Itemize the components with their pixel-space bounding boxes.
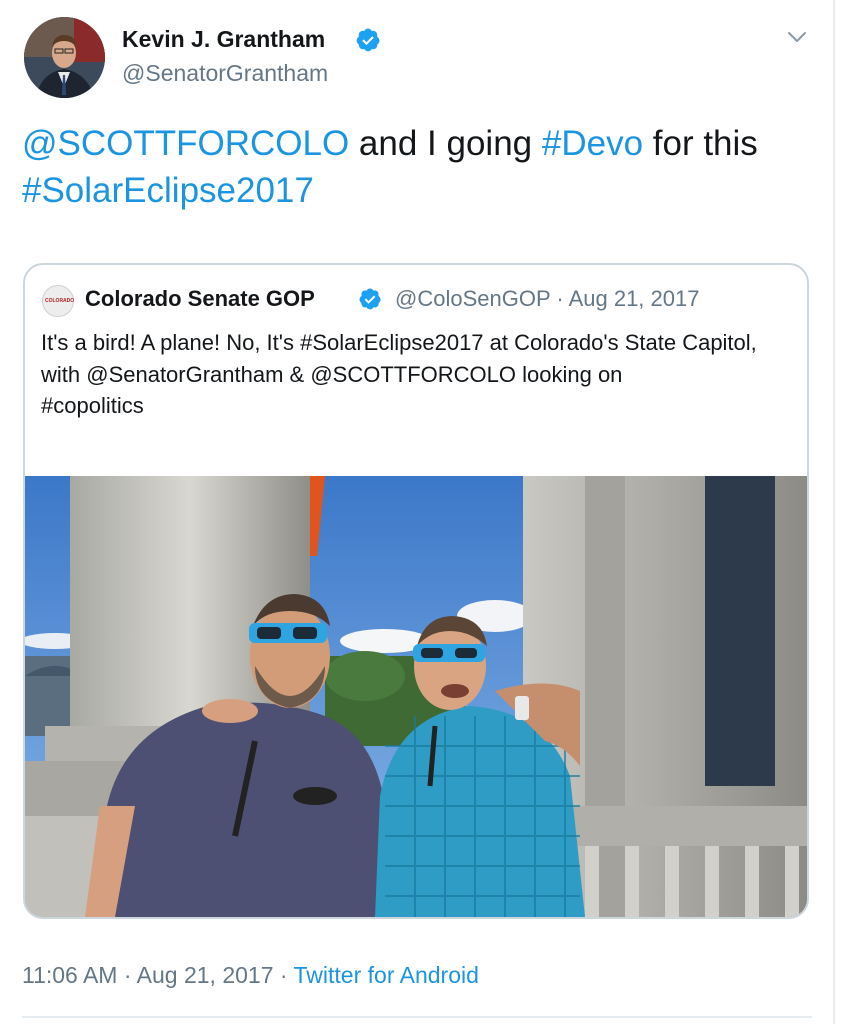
quoted-avatar-logo-text: COLORADO	[45, 298, 75, 304]
hashtag-link[interactable]: #Devo	[542, 124, 643, 163]
verified-badge-icon	[356, 28, 380, 52]
quoted-tweet-card[interactable]: COLORADO Colorado Senate GOP @ColoSenGOP…	[23, 263, 809, 919]
mention-link[interactable]: @SCOTTFORCOLO	[22, 124, 349, 163]
quoted-avatar[interactable]: COLORADO	[42, 285, 74, 317]
meta-separator: ·	[550, 286, 569, 311]
verified-badge-icon	[359, 288, 381, 310]
author-handle[interactable]: @SenatorGrantham	[122, 60, 328, 87]
tweet-date[interactable]: Aug 21, 2017	[137, 962, 274, 988]
tweet-time[interactable]: 11:06 AM	[22, 962, 117, 988]
meta-separator: ·	[273, 962, 294, 988]
author-name[interactable]: Kevin J. Grantham	[122, 26, 325, 53]
hashtag-link[interactable]: #SolarEclipse2017	[22, 171, 314, 210]
avatar[interactable]	[24, 17, 105, 98]
tweet-footer-meta: 11:06 AM · Aug 21, 2017 · Twitter for An…	[22, 962, 479, 989]
right-border-line	[833, 0, 835, 1024]
meta-separator: ·	[117, 962, 137, 988]
quoted-text-line: #copolitics	[41, 393, 144, 418]
tweet-text-segment: and I going	[349, 124, 542, 163]
divider	[22, 1016, 812, 1018]
quoted-date[interactable]: Aug 21, 2017	[569, 286, 700, 311]
quoted-photo[interactable]	[25, 476, 807, 917]
tweet-text-segment: for this	[643, 124, 758, 163]
quoted-meta: @ColoSenGOP · Aug 21, 2017	[395, 286, 699, 312]
chevron-down-icon[interactable]	[785, 27, 809, 47]
tweet-source-link[interactable]: Twitter for Android	[294, 962, 479, 988]
quoted-text-line: It's a bird! A plane! No, It's #SolarEcl…	[41, 330, 757, 387]
tweet-text: @SCOTTFORCOLO and I going #Devo for this…	[22, 120, 812, 214]
quoted-author-handle[interactable]: @ColoSenGOP	[395, 286, 550, 311]
quoted-tweet-text: It's a bird! A plane! No, It's #SolarEcl…	[41, 327, 801, 422]
quoted-author-name[interactable]: Colorado Senate GOP	[85, 286, 315, 312]
